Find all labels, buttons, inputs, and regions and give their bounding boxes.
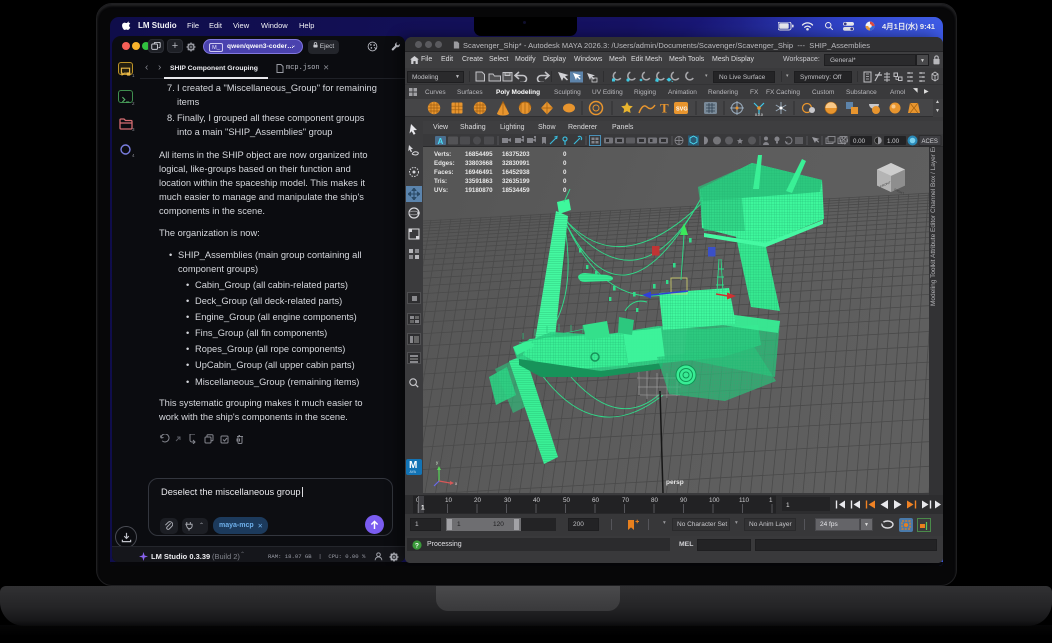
- svg-text:0: 0: [563, 160, 567, 167]
- svg-text:0: 0: [563, 178, 567, 185]
- svg-text:100: 100: [709, 497, 720, 504]
- svg-text:A: A: [438, 137, 444, 146]
- svg-text:Edges:: Edges:: [434, 160, 455, 167]
- svg-text:70: 70: [622, 497, 630, 504]
- svg-text:1: 1: [769, 497, 773, 504]
- svg-text:16854495: 16854495: [465, 151, 493, 158]
- svg-text:0: 0: [563, 169, 567, 176]
- svg-text:persp: persp: [666, 479, 684, 486]
- svg-text:1: 1: [421, 505, 425, 512]
- svg-text:19180870: 19180870: [465, 187, 493, 194]
- svg-text:90: 90: [680, 497, 688, 504]
- svg-text:1: 1: [786, 502, 790, 509]
- svg-text:0: 0: [563, 151, 567, 158]
- svg-text:60: 60: [592, 497, 600, 504]
- svg-text:Faces:: Faces:: [434, 169, 454, 176]
- svg-text:32830991: 32830991: [502, 160, 530, 167]
- svg-text:18534459: 18534459: [502, 187, 530, 194]
- svg-text:ACES: ACES: [922, 139, 938, 145]
- svg-text:20: 20: [474, 497, 482, 504]
- svg-text:50: 50: [563, 497, 571, 504]
- svg-text:UVs:: UVs:: [434, 187, 448, 194]
- svg-text:T: T: [660, 101, 669, 116]
- svg-text:80: 80: [651, 497, 659, 504]
- svg-text:16452938: 16452938: [502, 169, 530, 176]
- svg-text:Tris:: Tris:: [434, 178, 447, 185]
- svg-text:40: 40: [533, 497, 541, 504]
- svg-text:0.0.0: 0.0.0: [755, 113, 763, 117]
- svg-text:Verts:: Verts:: [434, 151, 451, 158]
- svg-text:110: 110: [739, 497, 750, 504]
- svg-text:33591863: 33591863: [465, 178, 493, 185]
- svg-text:16946491: 16946491: [465, 169, 493, 176]
- svg-text:32635199: 32635199: [502, 178, 530, 185]
- svg-text:10: 10: [445, 497, 453, 504]
- svg-text:30: 30: [504, 497, 512, 504]
- svg-text:33803668: 33803668: [465, 160, 493, 167]
- svg-text:1.00: 1.00: [887, 138, 900, 145]
- svg-text:0: 0: [563, 187, 567, 194]
- svg-text:16375203: 16375203: [502, 151, 530, 158]
- svg-text:0.00: 0.00: [853, 138, 866, 145]
- svg-text:SVG: SVG: [676, 107, 688, 113]
- svg-text:?: ?: [415, 542, 419, 549]
